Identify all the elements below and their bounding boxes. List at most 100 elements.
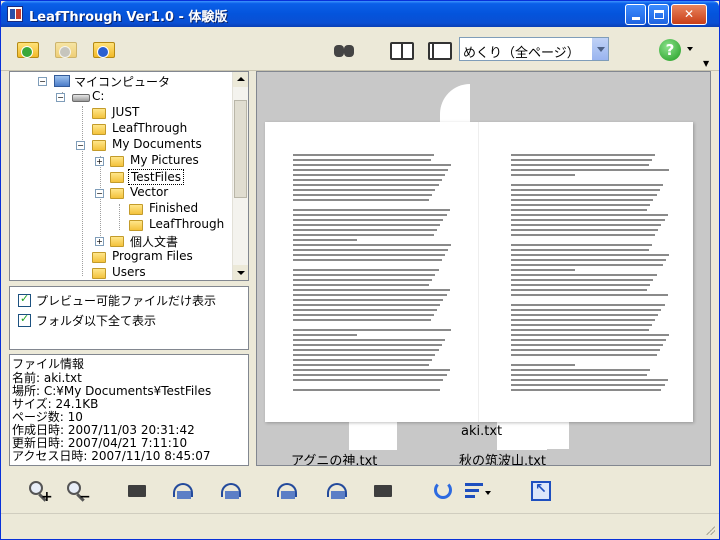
thumbnail-top[interactable] [440, 84, 470, 124]
text-line [511, 259, 667, 261]
text-line [293, 369, 450, 371]
line-spacing-button[interactable] [463, 479, 487, 503]
text-line [511, 199, 654, 201]
expand-personal-docs-icon[interactable]: + [95, 237, 104, 246]
folder-up-button[interactable] [91, 37, 117, 63]
first-page-icon [128, 485, 146, 497]
status-bar [1, 513, 719, 539]
open-book-spread[interactable] [265, 122, 693, 422]
text-line [293, 334, 357, 336]
refresh-button[interactable] [431, 479, 455, 503]
text-line [293, 284, 429, 286]
file-label-tsukuba[interactable]: 秋の筑波山.txt [459, 450, 546, 465]
flip-forward-button[interactable] [275, 479, 299, 503]
folder-tree[interactable]: − マイコンピュータ − C: JUST LeafThrough − My Do… [9, 71, 249, 281]
folder-back-button[interactable] [15, 37, 41, 63]
text-line [293, 249, 449, 251]
text-line [511, 389, 662, 391]
zoom-in-button[interactable]: + [27, 479, 53, 505]
zoom-out-button[interactable]: − [65, 479, 91, 505]
text-line [293, 159, 431, 161]
single-page-view-button[interactable] [427, 37, 453, 63]
preview-only-checkbox[interactable] [18, 292, 31, 307]
tree-scroll-thumb[interactable] [234, 100, 247, 198]
toolbar-overflow-icon[interactable]: ▼ [703, 59, 709, 68]
folder-forward-button[interactable] [53, 37, 79, 63]
page-mode-value: めくり（全ページ） [463, 46, 580, 61]
maximize-button[interactable] [648, 4, 669, 25]
text-line [511, 379, 668, 381]
collapse-c-drive-icon[interactable]: − [56, 93, 65, 102]
tree-scrollbar[interactable] [232, 72, 248, 280]
text-line [511, 194, 657, 196]
flip-forward-icon [277, 483, 297, 499]
expand-my-pictures-icon[interactable]: + [95, 157, 104, 166]
text-line [511, 204, 651, 206]
preview-pane[interactable]: aki.txt アグニの神.txt 秋の筑波山.txt [256, 71, 711, 466]
flip-back-fast-button[interactable] [171, 479, 195, 503]
text-line [293, 194, 433, 196]
text-line [511, 214, 668, 216]
text-line [511, 189, 660, 191]
text-line [511, 304, 665, 306]
help-chevron-down-icon[interactable] [687, 47, 693, 51]
collapse-mycomputer-icon[interactable]: − [38, 77, 47, 86]
minimize-button[interactable] [625, 4, 646, 25]
scroll-down-icon[interactable] [233, 265, 248, 280]
resize-grip-icon[interactable] [705, 525, 715, 535]
all-subfolders-checkbox-row[interactable]: フォルダ以下全て表示 [18, 312, 238, 328]
text-line [511, 319, 655, 321]
spread-view-button[interactable] [389, 37, 415, 63]
fit-window-button[interactable] [529, 479, 553, 503]
text-line [511, 384, 665, 386]
folder-open-icon [92, 140, 106, 151]
all-subfolders-checkbox[interactable] [18, 312, 31, 327]
text-line [293, 359, 433, 361]
computer-icon [54, 75, 70, 87]
text-line [293, 294, 447, 296]
text-line [293, 389, 441, 391]
text-line [293, 189, 436, 191]
file-label-aki[interactable]: aki.txt [461, 424, 502, 439]
collapse-vector-icon[interactable]: − [95, 189, 104, 198]
book-spread-icon [390, 42, 414, 60]
refresh-icon [434, 481, 452, 499]
text-line [293, 344, 442, 346]
text-line [293, 154, 434, 156]
folder-icon [92, 124, 106, 135]
text-line [293, 364, 429, 366]
text-line [293, 234, 434, 236]
file-info-header: ファイル情報 [12, 357, 85, 371]
display-options: プレビュー可能ファイルだけ表示 フォルダ以下全て表示 [9, 286, 249, 350]
text-line [293, 164, 452, 166]
last-page-button[interactable] [371, 479, 395, 503]
collapse-my-documents-icon[interactable]: − [76, 141, 85, 150]
folder-icon [110, 156, 124, 167]
thumbnail-agni[interactable] [349, 420, 397, 450]
flip-back-button[interactable] [219, 479, 243, 503]
text-line [511, 374, 647, 376]
scroll-up-icon[interactable] [233, 72, 248, 87]
close-button[interactable]: ✕ [671, 4, 707, 25]
first-page-button[interactable] [125, 479, 149, 503]
text-line [511, 274, 657, 276]
text-line [511, 184, 663, 186]
file-label-agni[interactable]: アグニの神.txt [291, 450, 377, 465]
chevron-down-icon[interactable] [591, 38, 608, 60]
search-button[interactable] [331, 37, 357, 63]
text-line [293, 224, 441, 226]
line-spacing-chevron-down-icon[interactable] [485, 491, 491, 495]
text-line [511, 289, 647, 291]
text-line [511, 369, 651, 371]
help-icon[interactable]: ? [659, 39, 681, 61]
text-line [511, 324, 652, 326]
flip-forward-fast-button[interactable] [325, 479, 349, 503]
preview-only-checkbox-row[interactable]: プレビュー可能ファイルだけ表示 [18, 292, 238, 308]
page-mode-select[interactable]: めくり（全ページ） [459, 37, 609, 61]
text-line [293, 259, 442, 261]
text-line [293, 199, 429, 201]
title-bar[interactable]: LeafThrough Ver1.0 - 体験版 ✕ [1, 1, 719, 27]
text-line [511, 169, 670, 171]
text-line [511, 349, 660, 351]
text-line [511, 334, 670, 336]
